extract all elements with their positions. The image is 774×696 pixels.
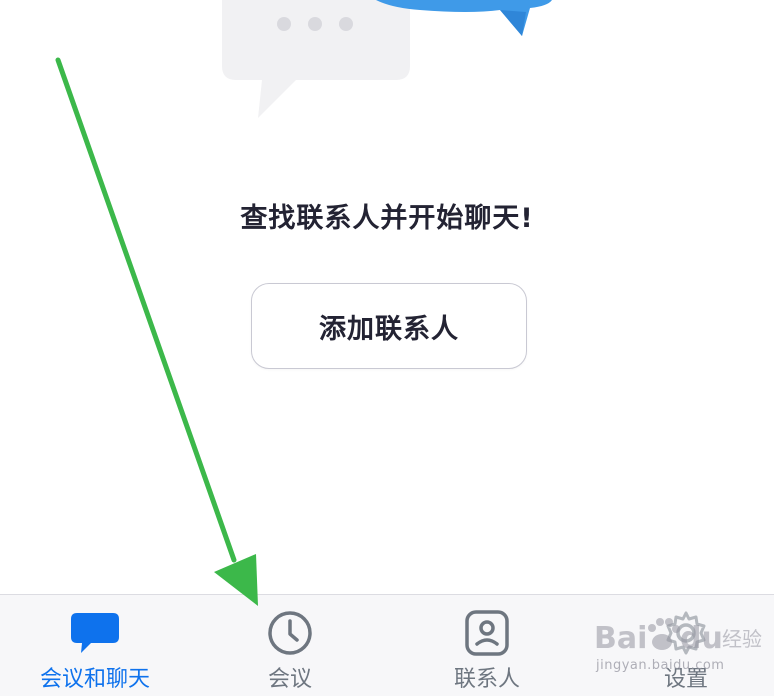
tab-contacts[interactable]: 联系人: [412, 595, 562, 695]
tab-label: 设置: [663, 667, 708, 692]
add-contact-button[interactable]: 添加联系人: [251, 283, 527, 369]
chat-bubbles-illustration: [222, 0, 552, 118]
tab-meetings[interactable]: 会议: [215, 595, 365, 695]
clock-icon: [264, 609, 316, 657]
chat-bubble-icon: [69, 609, 121, 657]
tab-meet-and-chat[interactable]: 会议和聊天: [20, 595, 170, 695]
tab-label: 会议和聊天: [39, 667, 150, 692]
gear-icon: [660, 609, 712, 657]
contact-card-icon: [461, 609, 513, 657]
tab-label: 联系人: [453, 667, 520, 692]
bottom-tab-bar: 会议和聊天 会议 联系人 设置: [0, 594, 774, 696]
tab-label: 会议: [267, 667, 312, 692]
chat-empty-screen: 查找联系人并开始聊天! 添加联系人 会议和聊天 会议 联系人 设置 Bai du…: [0, 0, 774, 696]
empty-state-title: 查找联系人并开始聊天!: [240, 203, 534, 234]
tab-settings[interactable]: 设置: [611, 595, 761, 695]
